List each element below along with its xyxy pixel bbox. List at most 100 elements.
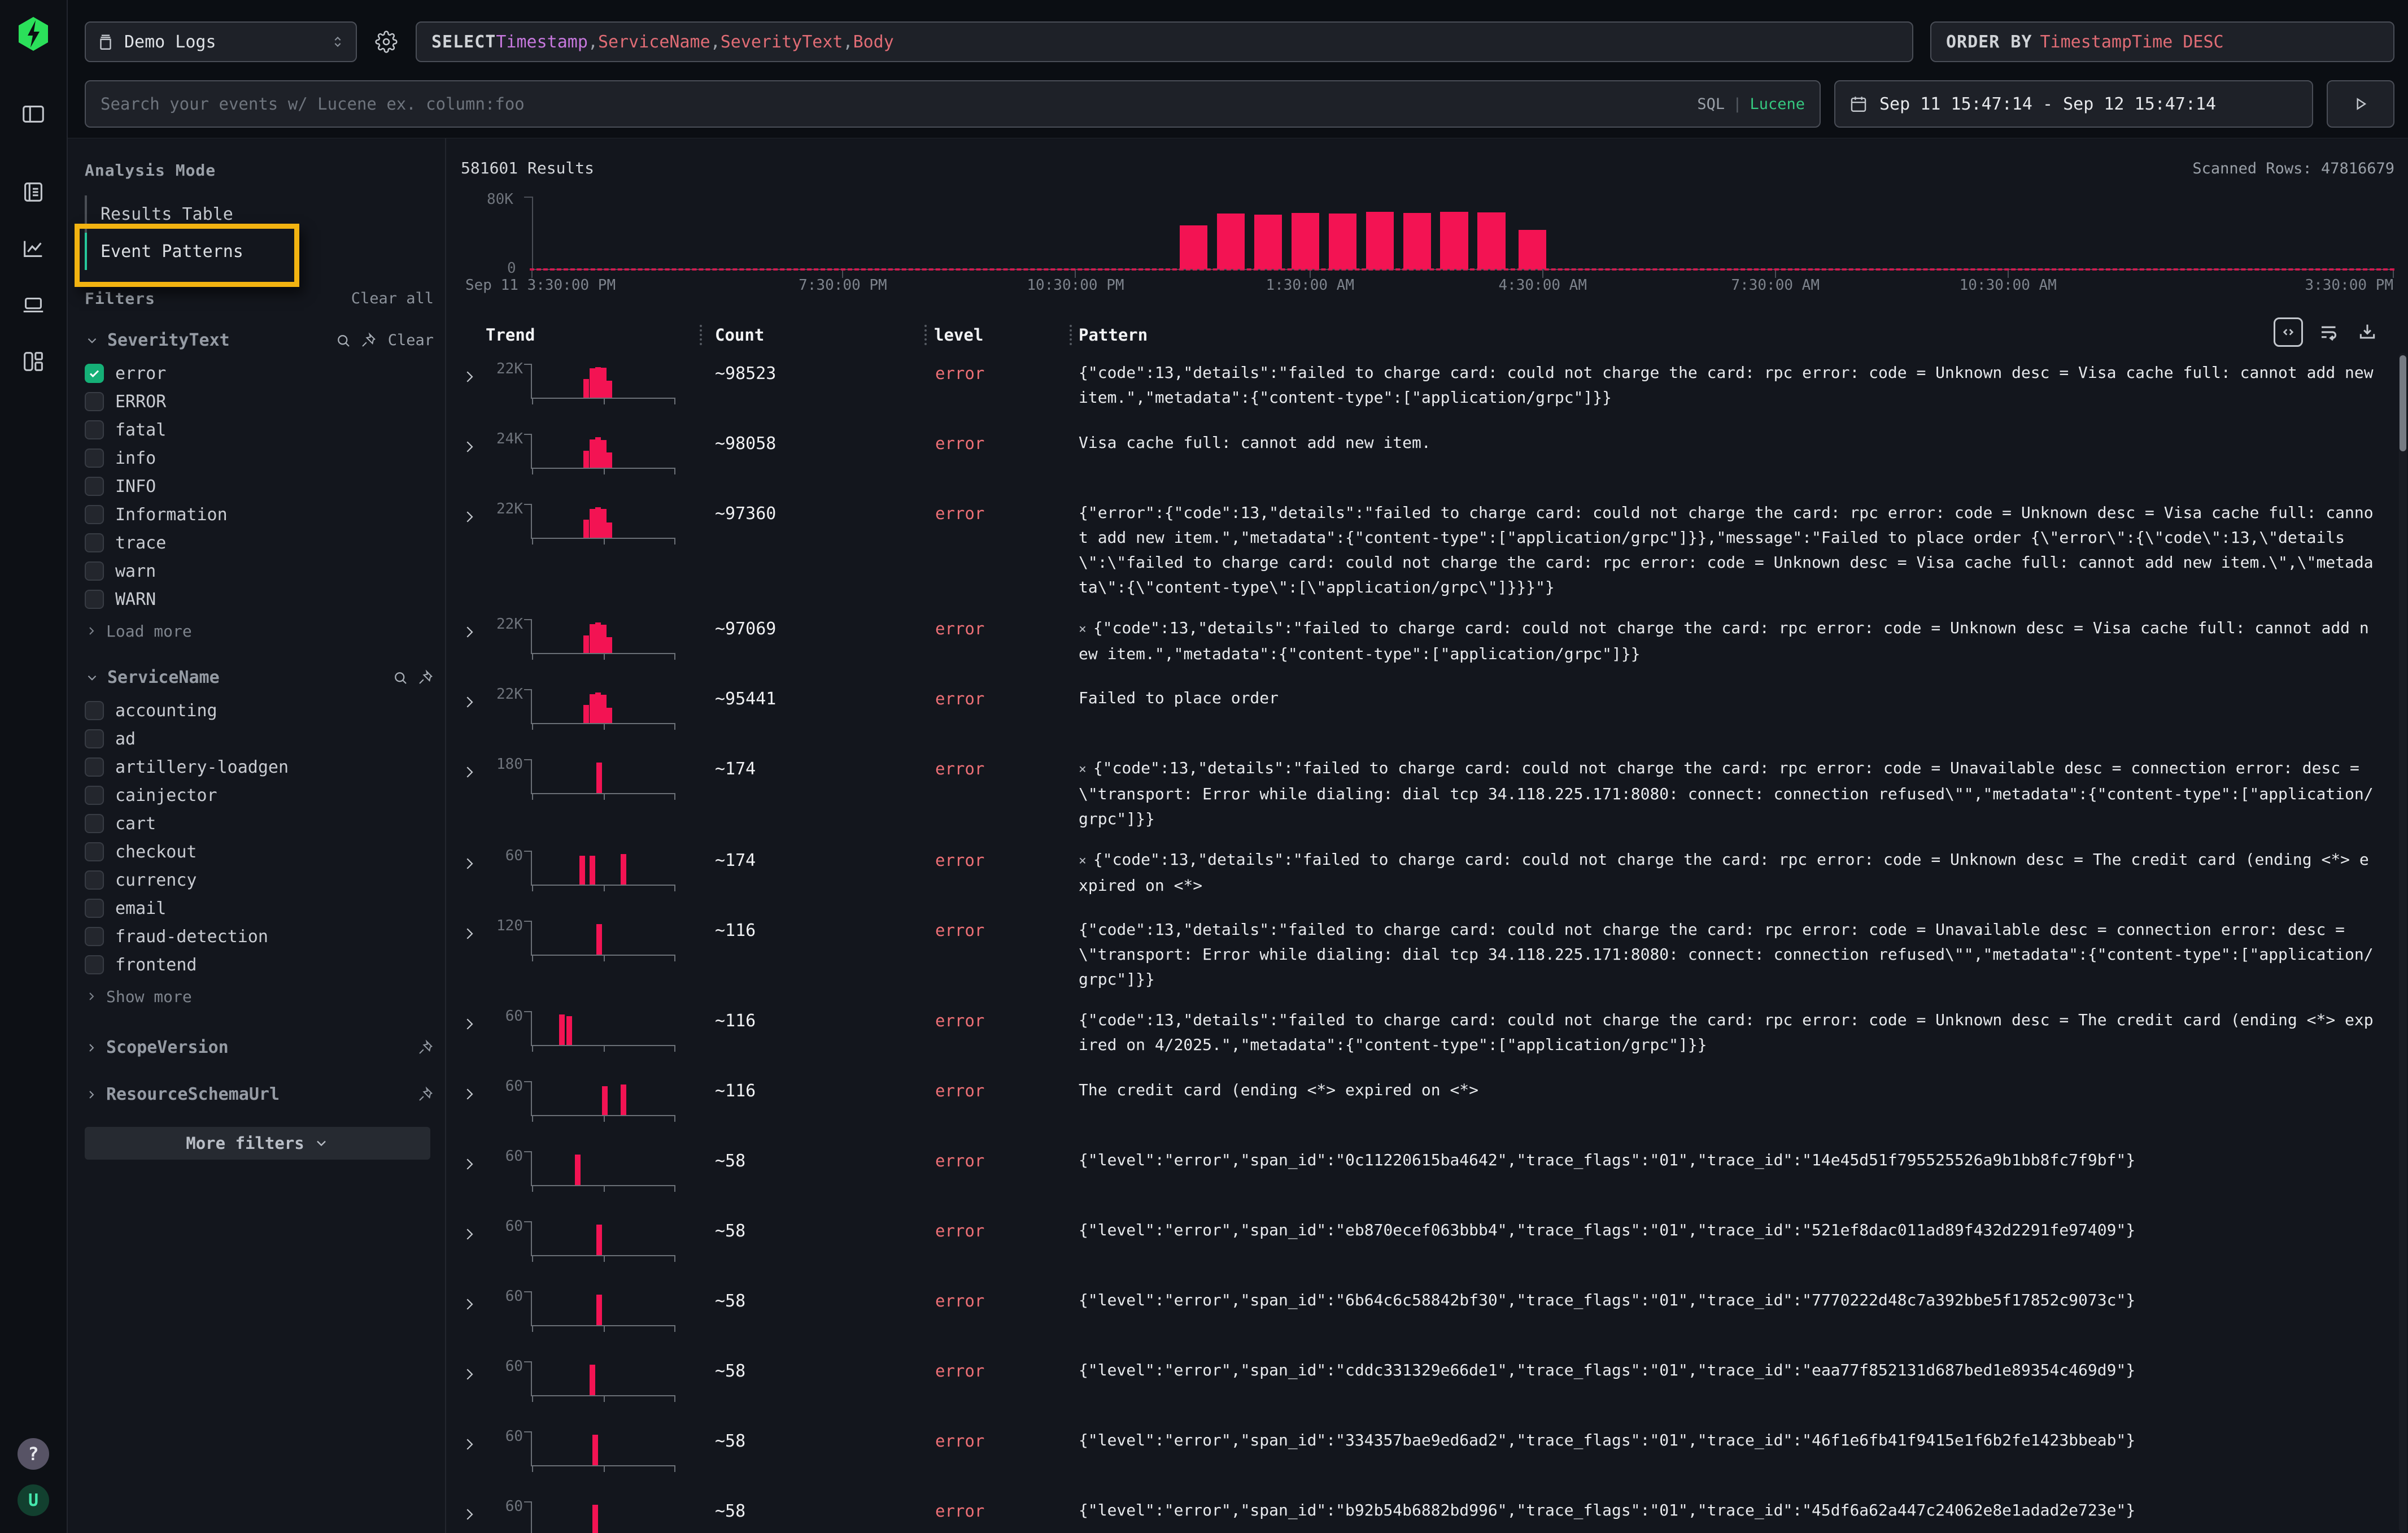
row-expand-chevron[interactable]: [461, 1016, 486, 1033]
pattern-cell[interactable]: {"code":13,"details":"failed to charge c…: [1079, 1008, 2394, 1057]
logs-icon[interactable]: [15, 174, 51, 210]
service-option-artillery-loadgen[interactable]: artillery-loadgen: [85, 753, 434, 781]
app-logo-icon[interactable]: [15, 16, 51, 52]
row-expand-chevron[interactable]: [461, 508, 486, 525]
service-option-ad[interactable]: ad: [85, 725, 434, 753]
analysis-mode-event-patterns[interactable]: Event Patterns: [85, 233, 328, 270]
option-checkbox[interactable]: [85, 927, 104, 946]
search-icon[interactable]: [335, 332, 352, 349]
pattern-cell[interactable]: {"level":"error","span_id":"eb870ecef063…: [1079, 1218, 2394, 1243]
severity-option-ERROR[interactable]: ERROR: [85, 387, 434, 416]
panel-toggle-icon[interactable]: [15, 96, 51, 132]
row-expand-chevron[interactable]: [461, 368, 486, 385]
severity-group-name[interactable]: SeverityText: [107, 330, 327, 350]
pattern-row[interactable]: 60~58error{"level":"error","span_id":"6b…: [461, 1278, 2394, 1348]
service-option-fraud-detection[interactable]: fraud-detection: [85, 922, 434, 951]
pattern-cell[interactable]: Visa cache full: cannot add new item.: [1079, 430, 2394, 455]
severity-option-error[interactable]: error: [85, 359, 434, 387]
chart-bar[interactable]: [1292, 213, 1319, 269]
row-expand-chevron[interactable]: [461, 764, 486, 781]
pattern-cell[interactable]: {"level":"error","span_id":"6b64c6c58842…: [1079, 1288, 2394, 1313]
dashboards-icon[interactable]: [15, 343, 51, 380]
more-filters-button[interactable]: More filters: [85, 1127, 430, 1160]
pattern-cell[interactable]: {"level":"error","span_id":"b92b54b6882b…: [1079, 1498, 2394, 1523]
filter-group-resourceschemaurl[interactable]: ResourceSchemaUrl: [85, 1085, 434, 1104]
option-checkbox[interactable]: [85, 392, 104, 411]
service-option-cainjector[interactable]: cainjector: [85, 781, 434, 809]
service-group-name[interactable]: ServiceName: [107, 668, 384, 687]
trend-sparkline[interactable]: [531, 1081, 675, 1116]
service-option-frontend[interactable]: frontend: [85, 951, 434, 979]
pattern-cell[interactable]: ×{"code":13,"details":"failed to charge …: [1079, 847, 2394, 898]
pattern-row[interactable]: 60~116error{"code":13,"details":"failed …: [461, 998, 2394, 1068]
help-button[interactable]: ?: [18, 1438, 49, 1470]
option-checkbox[interactable]: [85, 757, 104, 777]
filter-group-scopeversion[interactable]: ScopeVersion: [85, 1038, 434, 1057]
code-view-icon[interactable]: [2274, 317, 2303, 347]
pin-icon[interactable]: [360, 332, 377, 349]
trend-sparkline[interactable]: [531, 921, 675, 956]
option-checkbox[interactable]: [85, 561, 104, 581]
pattern-cell[interactable]: Failed to place order: [1079, 686, 2394, 711]
chart-bar[interactable]: [1366, 212, 1394, 269]
row-expand-chevron[interactable]: [461, 624, 486, 641]
service-show-more[interactable]: Show more: [85, 982, 434, 1011]
pattern-cell[interactable]: {"code":13,"details":"failed to charge c…: [1079, 360, 2394, 410]
services-icon[interactable]: [15, 287, 51, 323]
severity-option-WARN[interactable]: WARN: [85, 585, 434, 613]
row-expand-chevron[interactable]: [461, 1156, 486, 1173]
service-option-checkout[interactable]: checkout: [85, 838, 434, 866]
row-expand-chevron[interactable]: [461, 1226, 486, 1243]
severity-option-info[interactable]: info: [85, 444, 434, 472]
service-option-currency[interactable]: currency: [85, 866, 434, 894]
pin-icon[interactable]: [417, 1086, 434, 1103]
pattern-row[interactable]: 60~58error{"level":"error","span_id":"0c…: [461, 1138, 2394, 1208]
chart-bar[interactable]: [1477, 212, 1505, 269]
source-selector[interactable]: Demo Logs: [85, 21, 357, 62]
trend-sparkline[interactable]: [531, 1291, 675, 1326]
severity-option-Information[interactable]: Information: [85, 500, 434, 529]
pin-icon[interactable]: [417, 669, 434, 686]
trend-sparkline[interactable]: [531, 851, 675, 886]
pattern-cell[interactable]: {"level":"error","span_id":"334357bae9ed…: [1079, 1428, 2394, 1453]
mode-sql-toggle[interactable]: SQL: [1697, 95, 1725, 113]
severity-option-INFO[interactable]: INFO: [85, 472, 434, 500]
search-input[interactable]: Search your events w/ Lucene ex. column:…: [85, 80, 1821, 128]
pattern-row[interactable]: 60~58error{"level":"error","span_id":"b9…: [461, 1488, 2394, 1533]
severity-load-more[interactable]: Load more: [85, 617, 434, 645]
chart-bar[interactable]: [1519, 230, 1546, 269]
time-range-picker[interactable]: Sep 11 15:47:14 - Sep 12 15:47:14: [1834, 80, 2313, 128]
row-expand-chevron[interactable]: [461, 1086, 486, 1103]
option-checkbox[interactable]: [85, 420, 104, 439]
user-avatar[interactable]: U: [18, 1484, 49, 1516]
row-expand-chevron[interactable]: [461, 855, 486, 872]
trend-sparkline[interactable]: [531, 434, 675, 469]
pattern-cell[interactable]: The credit card (ending <*> expired on <…: [1079, 1078, 2394, 1103]
pattern-row[interactable]: 60~58error{"level":"error","span_id":"33…: [461, 1418, 2394, 1488]
option-checkbox[interactable]: [85, 899, 104, 918]
trend-sparkline[interactable]: [531, 1431, 675, 1466]
row-expand-chevron[interactable]: [461, 925, 486, 942]
service-option-accounting[interactable]: accounting: [85, 696, 434, 725]
trend-sparkline[interactable]: [531, 504, 675, 539]
option-checkbox[interactable]: [85, 729, 104, 748]
chart-icon[interactable]: [15, 230, 51, 267]
pattern-cell[interactable]: {"level":"error","span_id":"0c11220615ba…: [1079, 1148, 2394, 1173]
order-by-editor[interactable]: ORDER BY TimestampTime DESC: [1930, 21, 2394, 62]
option-checkbox[interactable]: [85, 590, 104, 609]
vertical-scrollbar[interactable]: [2399, 353, 2407, 1533]
chart-bar[interactable]: [1440, 212, 1468, 269]
chevron-down-icon[interactable]: [85, 670, 99, 685]
pattern-row[interactable]: 60~58error{"level":"error","span_id":"eb…: [461, 1208, 2394, 1278]
option-checkbox[interactable]: [85, 842, 104, 861]
service-option-email[interactable]: email: [85, 894, 434, 922]
severity-option-fatal[interactable]: fatal: [85, 416, 434, 444]
run-query-button[interactable]: [2327, 80, 2394, 128]
pattern-row[interactable]: 24K~98058errorVisa cache full: cannot ad…: [461, 420, 2394, 490]
mode-lucene-toggle[interactable]: Lucene: [1750, 95, 1805, 113]
option-checkbox[interactable]: [85, 870, 104, 890]
severity-option-trace[interactable]: trace: [85, 529, 434, 557]
column-header-level[interactable]: level: [934, 325, 1063, 345]
pattern-row[interactable]: 60~116errorThe credit card (ending <*> e…: [461, 1068, 2394, 1138]
option-checkbox[interactable]: [85, 786, 104, 805]
